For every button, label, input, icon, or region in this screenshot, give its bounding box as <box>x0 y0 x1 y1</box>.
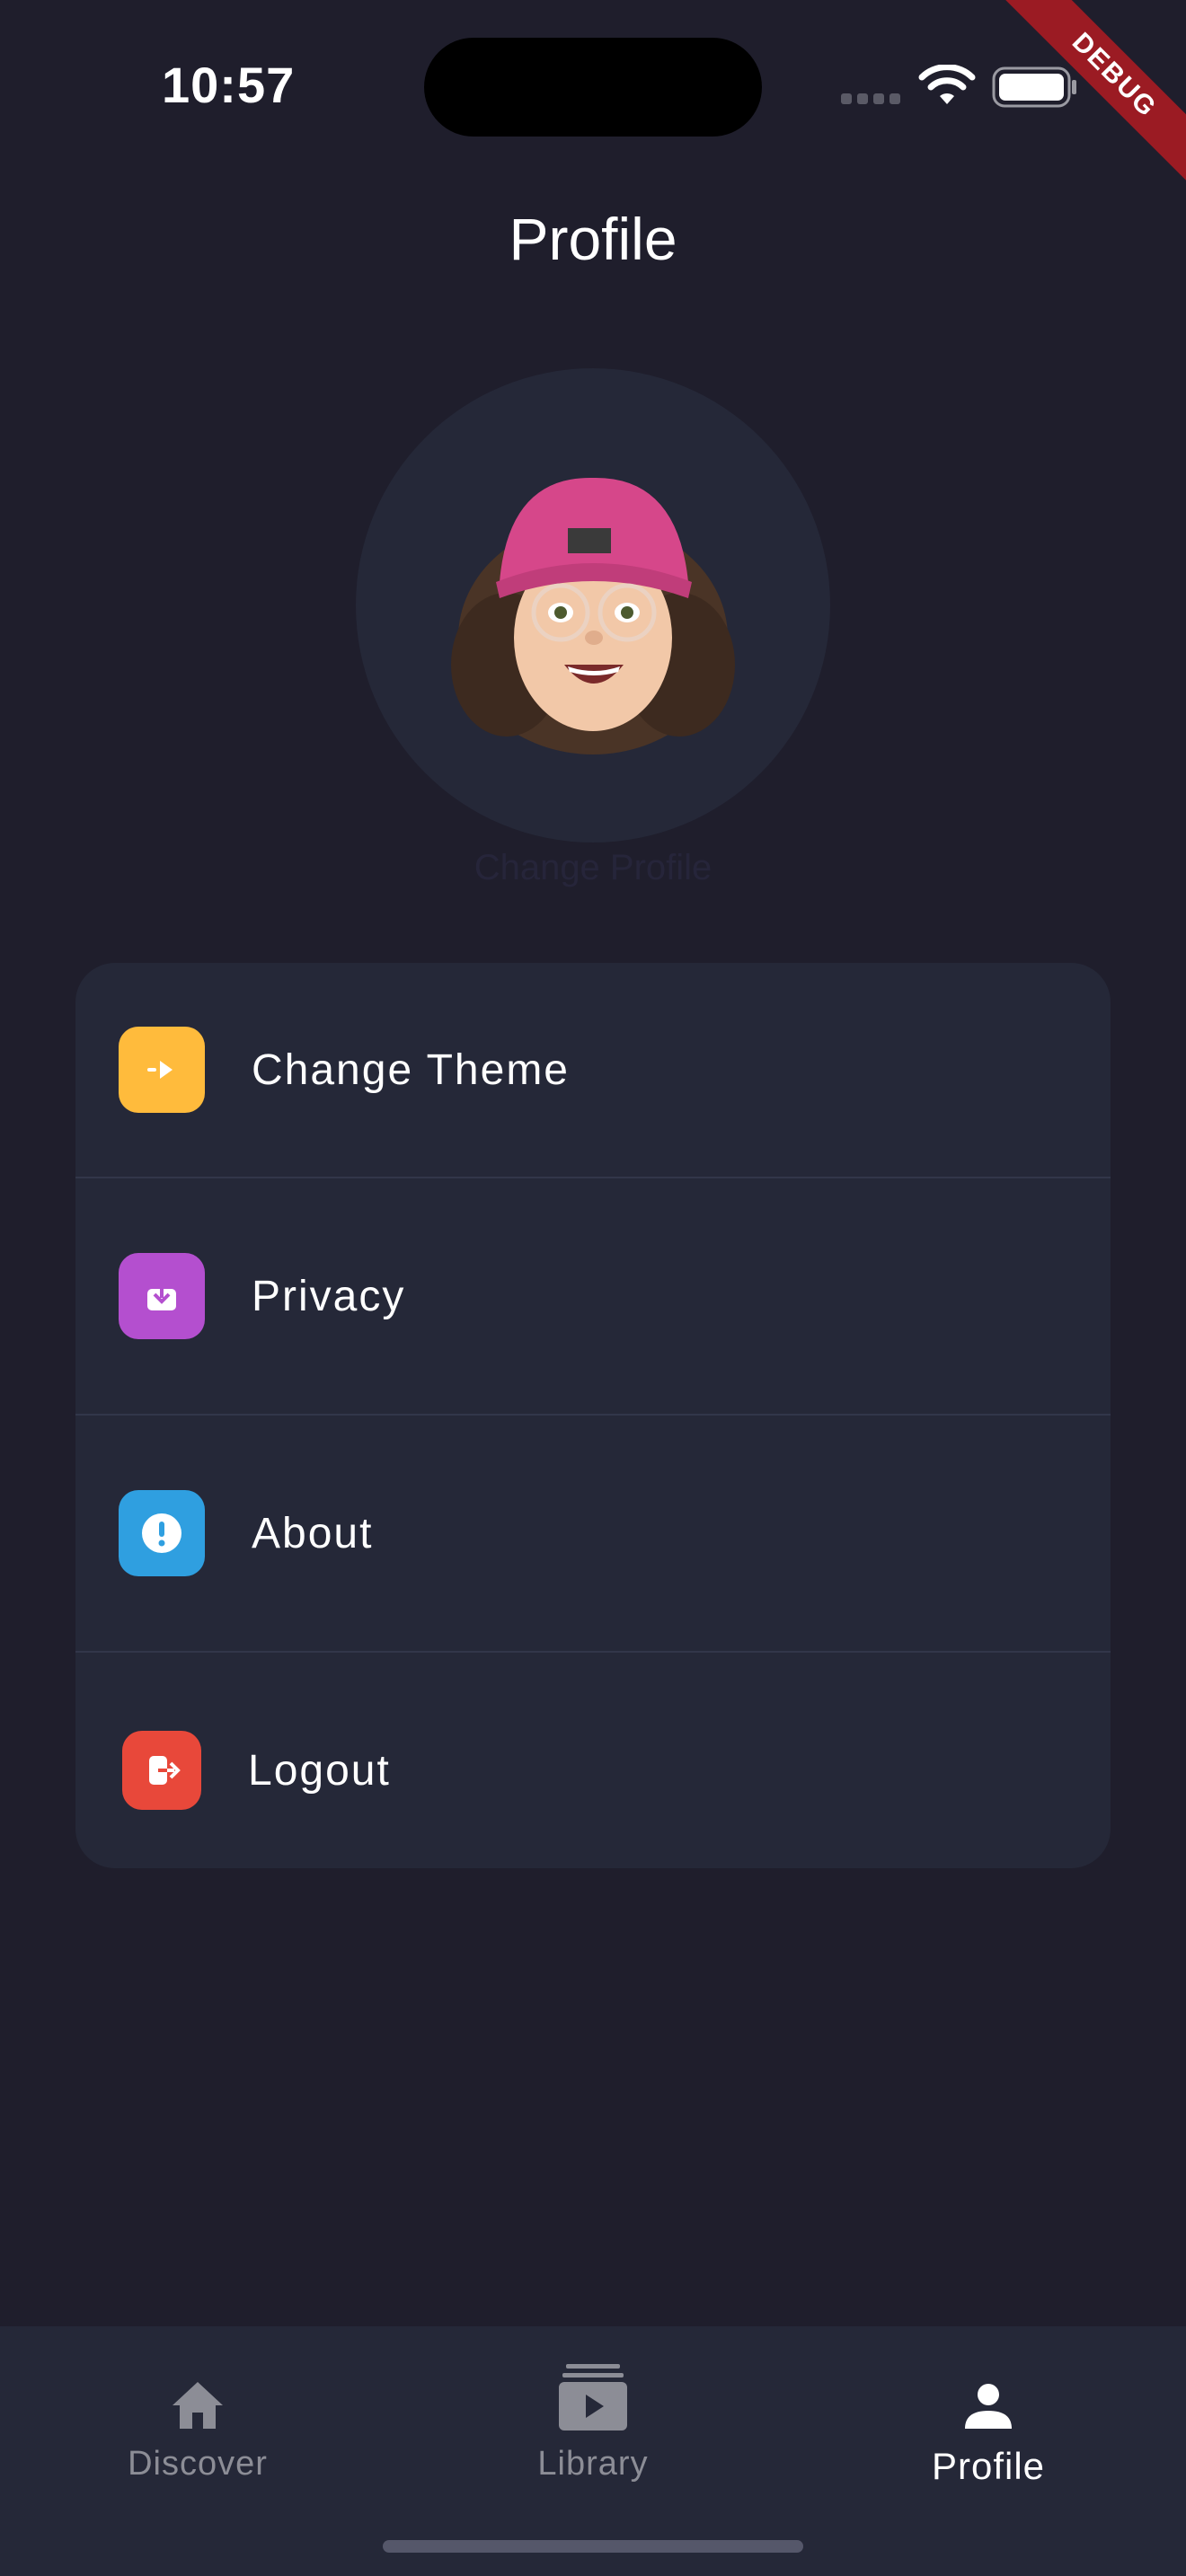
profile-avatar[interactable] <box>356 368 830 842</box>
menu-label: About <box>252 1509 374 1557</box>
home-indicator[interactable] <box>383 2540 803 2553</box>
dynamic-island <box>424 38 762 137</box>
logout-icon <box>122 1731 201 1810</box>
memoji-avatar-icon <box>451 477 735 754</box>
nav-item-discover[interactable]: Discover <box>0 2326 395 2497</box>
theme-icon <box>119 1027 205 1113</box>
cellular-signal-icon <box>841 93 900 104</box>
menu-item-privacy[interactable]: Privacy <box>75 1177 1111 1414</box>
menu-item-change-theme[interactable]: Change Theme <box>75 963 1111 1177</box>
info-icon <box>119 1490 205 1576</box>
bottom-navigation: Discover Library Profile <box>0 2326 1186 2576</box>
home-icon <box>173 2382 223 2429</box>
profile-screen: 10:57 DEBUG Profile Change Profile Chang… <box>0 0 1186 2576</box>
change-profile-label[interactable]: Change Profile <box>0 848 1186 888</box>
menu-label: Logout <box>248 1746 391 1795</box>
privacy-icon <box>119 1253 205 1339</box>
nav-item-library[interactable]: Library <box>395 2326 791 2497</box>
menu-label: Privacy <box>252 1272 406 1320</box>
page-title: Profile <box>509 206 677 272</box>
wifi-icon <box>918 65 976 104</box>
nav-label: Profile <box>931 2445 1046 2487</box>
menu-item-about[interactable]: About <box>75 1414 1111 1651</box>
library-icon <box>559 2364 627 2430</box>
settings-menu: Change Theme Privacy About Logout <box>75 963 1111 1868</box>
nav-label: Discover <box>128 2445 268 2483</box>
person-icon <box>965 2384 1012 2429</box>
menu-item-logout[interactable]: Logout <box>75 1651 1111 1868</box>
menu-label: Change Theme <box>252 1045 570 1094</box>
debug-banner: DEBUG <box>988 0 1186 198</box>
nav-label: Library <box>537 2445 649 2483</box>
status-time: 10:57 <box>162 57 296 113</box>
nav-item-profile[interactable]: Profile <box>791 2326 1186 2497</box>
